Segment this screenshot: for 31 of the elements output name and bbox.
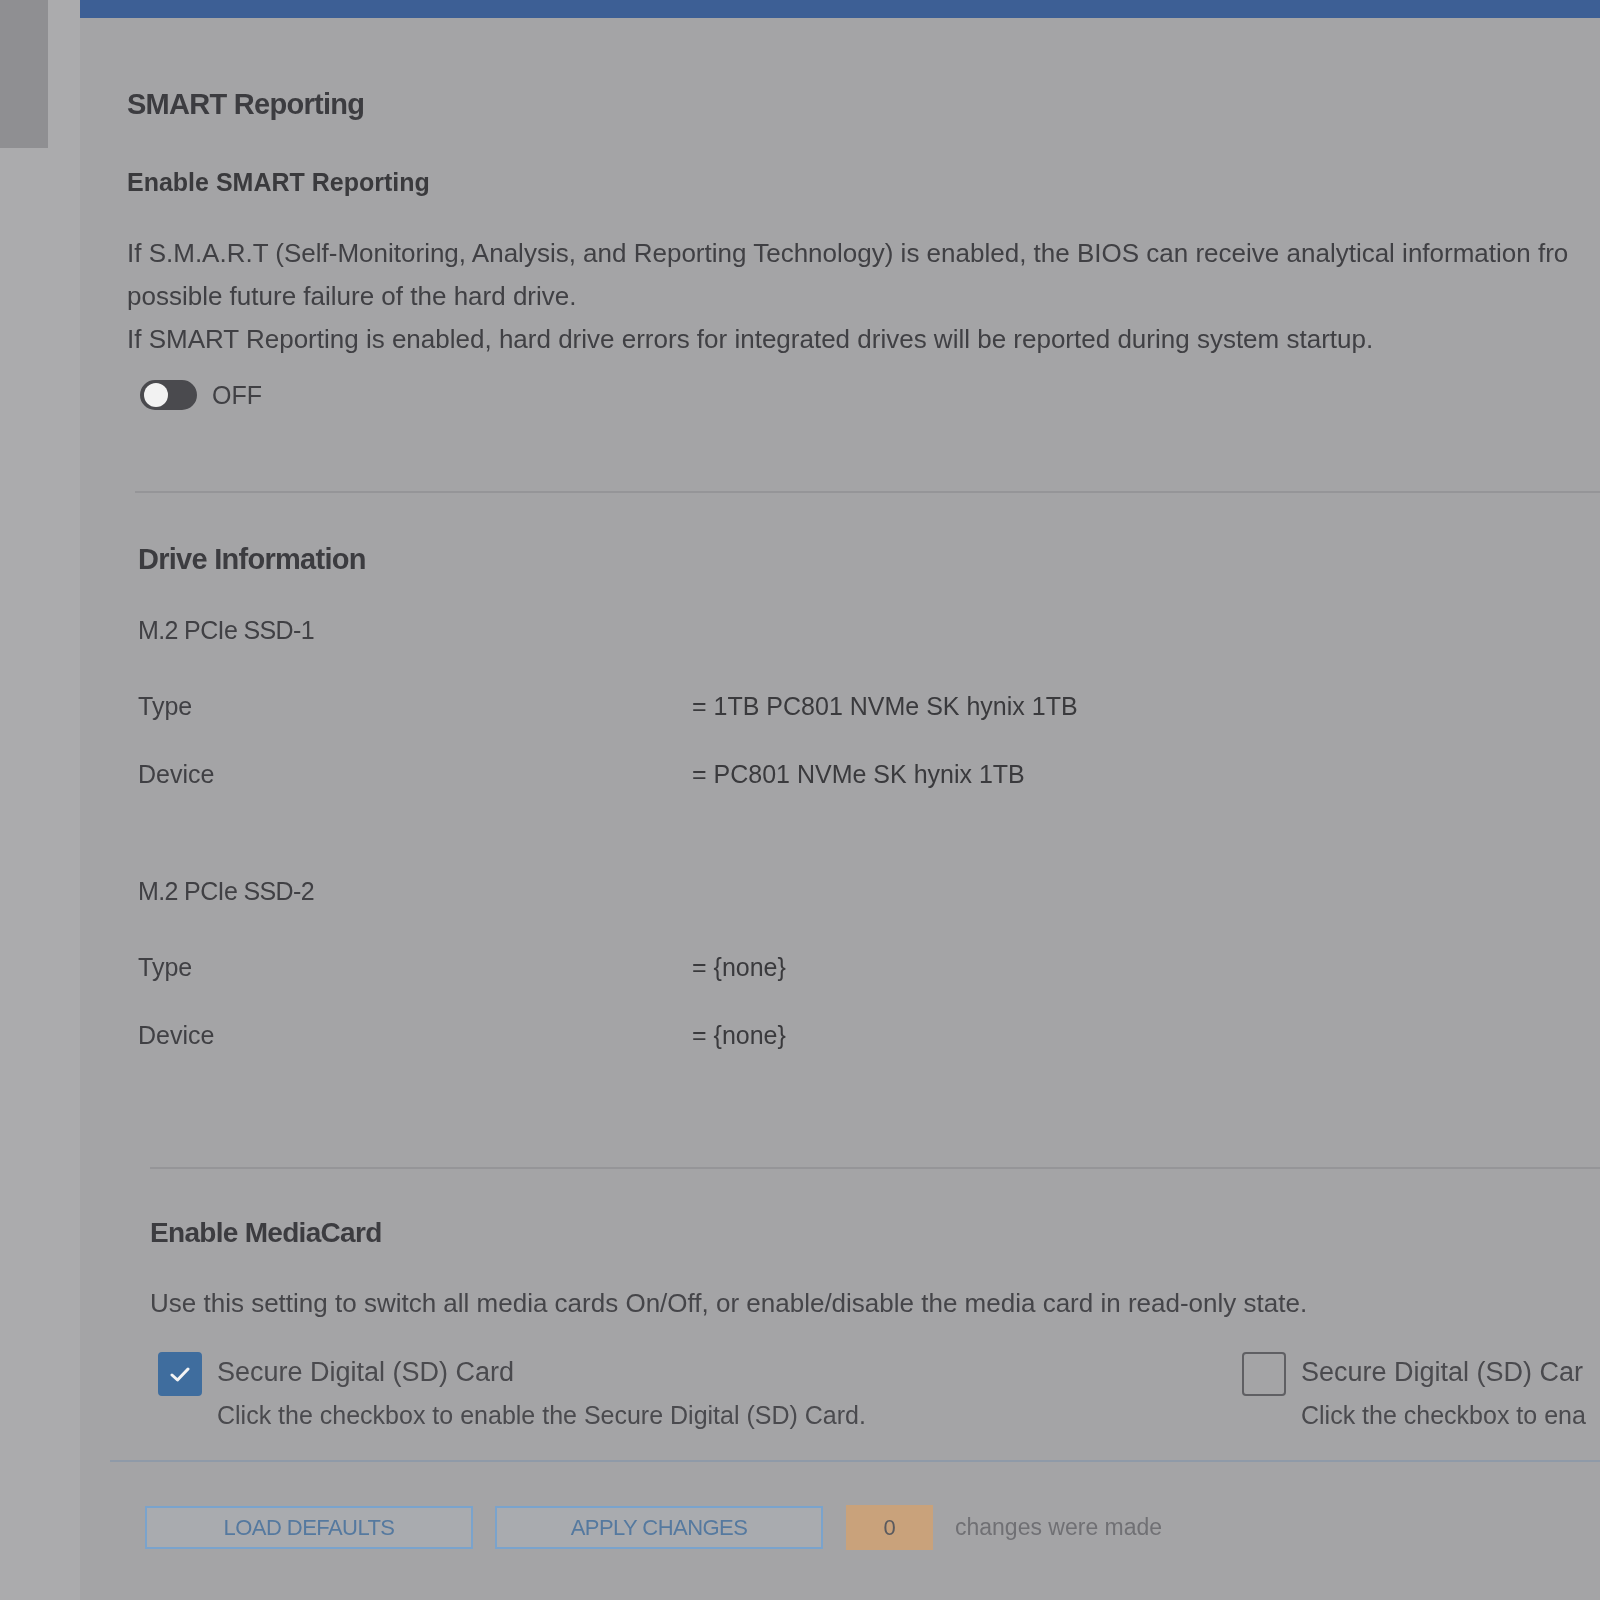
section-title: SMART Reporting [127,88,366,120]
change-count-badge: 0 [846,1505,933,1550]
toggle-state-label: OFF [212,380,262,410]
setting-title: Enable SMART Reporting [127,168,431,196]
option-hint: Click the checkbox to ena [1301,1400,1586,1430]
section-title: Enable MediaCard [150,1217,383,1249]
check-icon [170,1366,190,1382]
option-hint: Click the checkbox to enable the Secure Digital (SD) Card. [217,1400,866,1430]
checkbox[interactable] [158,1352,202,1396]
field-value: = {none} [692,1020,786,1051]
section-title: Drive Information [138,543,367,575]
action-button[interactable]: LOAD DEFAULTS [145,1506,473,1549]
description-text: If S.M.A.R.T (Self-Monitoring, Analysis, and Reporting Technology) is enabled, the BIOS can receive analytical information fro [127,237,1570,270]
description-text: possible future failure of the hard drive. [127,280,578,313]
option-label: Secure Digital (SD) Card [217,1356,516,1388]
toggle-switch[interactable] [140,380,197,410]
description-text: If SMART Reporting is enabled, hard drive errors for integrated drives will be reported during system startup. [127,323,1375,356]
field-label: Device [138,760,215,788]
field-value: = {none} [692,952,786,983]
scrollbar-thumb[interactable] [0,0,48,148]
field-label: Device [138,1021,215,1049]
field-value: = PC801 NVMe SK hynix 1TB [692,759,1025,790]
drive-name: M.2 PCIe SSD-1 [138,615,316,646]
drive-name: M.2 PCIe SSD-2 [138,876,316,907]
action-button[interactable]: APPLY CHANGES [495,1506,823,1549]
checkbox[interactable] [1242,1352,1286,1396]
field-label: Type [138,692,193,720]
field-label: Type [138,953,193,981]
field-value: = 1TB PC801 NVMe SK hynix 1TB [692,691,1078,722]
description-text: Use this setting to switch all media cards On/Off, or enable/disable the media card in read-only state. [150,1287,1309,1319]
option-label: Secure Digital (SD) Car [1301,1356,1585,1388]
